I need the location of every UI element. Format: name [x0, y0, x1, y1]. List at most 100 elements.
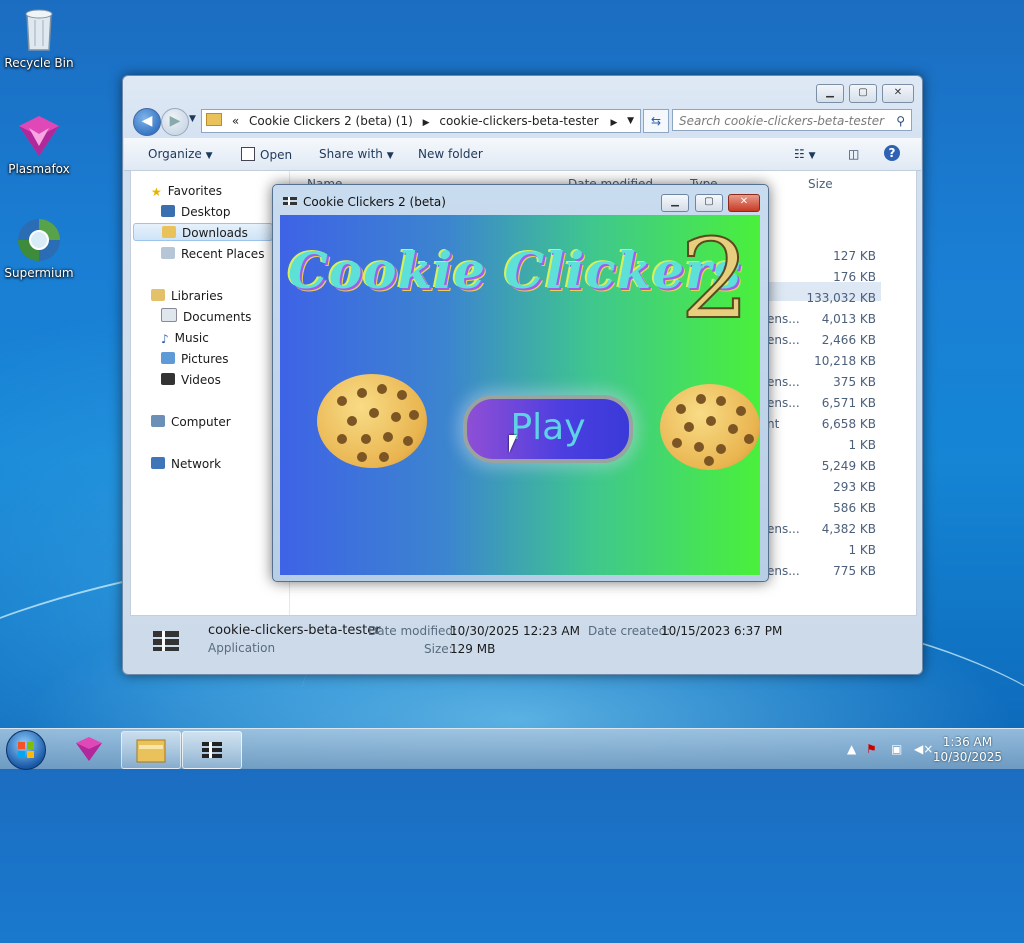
play-button[interactable]: Play: [463, 395, 633, 463]
taskbar: ▲ ⚑ ▣ ◀× 1:36 AM 10/30/2025: [0, 728, 1024, 770]
file-size: 1 KB: [848, 438, 876, 452]
file-size: 6,658 KB: [821, 417, 876, 431]
network-icon[interactable]: ▣: [891, 742, 902, 756]
file-type-fragment: ens...: [767, 375, 800, 389]
file-size: 293 KB: [833, 480, 876, 494]
videos-icon: [161, 373, 175, 385]
open-button[interactable]: Open: [241, 147, 292, 162]
nav-music[interactable]: ♪ Music: [161, 329, 209, 347]
nav-videos[interactable]: Videos: [161, 371, 221, 389]
file-size: 10,218 KB: [814, 354, 876, 368]
recent-places-icon: [161, 247, 175, 259]
downloads-folder-icon: [162, 226, 176, 238]
chevron-down-icon: ▼: [386, 151, 394, 161]
chevron-down-icon: ▼: [205, 151, 213, 161]
nav-documents[interactable]: Documents: [161, 308, 251, 326]
music-icon: ♪: [161, 332, 169, 346]
application-icon: [241, 147, 255, 161]
application-icon: [150, 626, 182, 656]
file-size: 5,249 KB: [821, 459, 876, 473]
cookie-left[interactable]: [317, 374, 427, 468]
help-icon[interactable]: ?: [884, 145, 900, 161]
supermium-icon: [15, 216, 63, 264]
forward-button[interactable]: ▶: [161, 108, 189, 136]
clock-date: 10/30/2025: [932, 750, 1002, 764]
nav-libraries[interactable]: Libraries: [151, 287, 223, 305]
breadcrumb-separator-icon[interactable]: ▶: [423, 118, 430, 128]
network-icon: [151, 457, 165, 469]
game-window: Cookie Clickers 2 (beta) ▁ ▢ ✕ Cookie Cl…: [272, 184, 769, 582]
breadcrumb-item[interactable]: cookie-clickers-beta-tester: [439, 114, 598, 128]
address-row: ◀ ▶ ▼ « Cookie Clickers 2 (beta) (1) ▶ c…: [131, 107, 914, 136]
file-size: 2,466 KB: [821, 333, 876, 347]
details-size-label: Size:: [424, 642, 453, 656]
view-options-icon[interactable]: ☷ ▼: [794, 147, 816, 161]
search-input[interactable]: Search cookie-clickers-beta-tester ⚲: [672, 109, 912, 131]
search-placeholder: Search cookie-clickers-beta-tester: [679, 114, 885, 128]
refresh-icon[interactable]: ⇆: [643, 109, 669, 133]
new-folder-button[interactable]: New folder: [418, 147, 483, 161]
volume-icon[interactable]: ◀×: [914, 742, 933, 756]
file-size: 1 KB: [848, 543, 876, 557]
nav-network[interactable]: Network: [151, 455, 221, 473]
file-size: 6,571 KB: [821, 396, 876, 410]
cookie-right[interactable]: [660, 384, 760, 470]
close-button[interactable]: ✕: [882, 84, 914, 103]
file-size: 586 KB: [833, 501, 876, 515]
file-type-fragment: ens...: [767, 396, 800, 410]
recent-pages-chevron-icon[interactable]: ▼: [189, 114, 196, 124]
file-size: 4,013 KB: [821, 312, 876, 326]
breadcrumb-item[interactable]: Cookie Clickers 2 (beta) (1): [249, 114, 413, 128]
game-maximize-button[interactable]: ▢: [695, 194, 723, 212]
nav-downloads[interactable]: Downloads: [133, 223, 273, 241]
game-close-button[interactable]: ✕: [728, 194, 760, 212]
details-file-name: cookie-clickers-beta-tester: [208, 623, 381, 638]
nav-favorites[interactable]: ★ Favorites: [151, 182, 222, 200]
column-header-size[interactable]: Size: [808, 177, 833, 191]
minimize-button[interactable]: ▁: [816, 84, 844, 103]
breadcrumb-overflow-icon: «: [231, 114, 240, 128]
action-center-icon[interactable]: ⚑: [866, 742, 877, 756]
taskbar-explorer-button[interactable]: [121, 731, 181, 769]
windows-logo-icon: [18, 742, 34, 758]
taskbar-plasmafox-button[interactable]: [60, 731, 118, 767]
file-size: 133,032 KB: [806, 291, 876, 305]
desktop-icon-supermium[interactable]: Supermium: [1, 216, 77, 280]
star-icon: ★: [151, 185, 162, 199]
start-button[interactable]: [6, 730, 46, 770]
system-clock[interactable]: 1:36 AM 10/30/2025: [933, 735, 1002, 765]
desktop-icon-label: Plasmafox: [8, 162, 70, 176]
file-type-fragment: ens...: [767, 522, 800, 536]
plasmafox-icon: [76, 737, 102, 761]
address-dropdown-icon[interactable]: ▼: [627, 110, 634, 132]
game-canvas[interactable]: Cookie Clickers 2 Play: [280, 215, 760, 575]
maximize-button[interactable]: ▢: [849, 84, 877, 103]
desktop-icon-recycle-bin[interactable]: Recycle Bin: [1, 6, 77, 70]
recycle-bin-icon: [15, 6, 63, 54]
search-icon[interactable]: ⚲: [896, 110, 905, 132]
details-pane: cookie-clickers-beta-tester Application …: [130, 616, 915, 668]
organize-button[interactable]: Organize ▼: [148, 147, 213, 161]
desktop-icon: [161, 205, 175, 217]
desktop-icon-plasmafox[interactable]: Plasmafox: [1, 112, 77, 176]
folder-icon: [206, 113, 222, 126]
details-date-modified: 10/30/2025 12:23 AM: [450, 624, 580, 638]
documents-icon: [161, 308, 177, 322]
pictures-icon: [161, 352, 175, 364]
back-button[interactable]: ◀: [133, 108, 161, 136]
preview-pane-icon[interactable]: ◫: [848, 147, 859, 161]
file-type-fragment: ens...: [767, 312, 800, 326]
nav-computer[interactable]: Computer: [151, 413, 231, 431]
computer-icon: [151, 415, 165, 427]
plasmafox-icon: [15, 112, 63, 160]
show-hidden-icons-icon[interactable]: ▲: [847, 742, 856, 756]
nav-desktop[interactable]: Desktop: [161, 203, 231, 221]
nav-recent-places[interactable]: Recent Places: [161, 245, 264, 263]
breadcrumb-separator-icon[interactable]: ▶: [611, 118, 618, 128]
file-type-fragment: ens...: [767, 333, 800, 347]
taskbar-game-button[interactable]: [182, 731, 242, 769]
address-bar[interactable]: « Cookie Clickers 2 (beta) (1) ▶ cookie-…: [201, 109, 641, 133]
game-minimize-button[interactable]: ▁: [661, 194, 689, 212]
nav-pictures[interactable]: Pictures: [161, 350, 229, 368]
share-with-button[interactable]: Share with ▼: [319, 147, 394, 161]
